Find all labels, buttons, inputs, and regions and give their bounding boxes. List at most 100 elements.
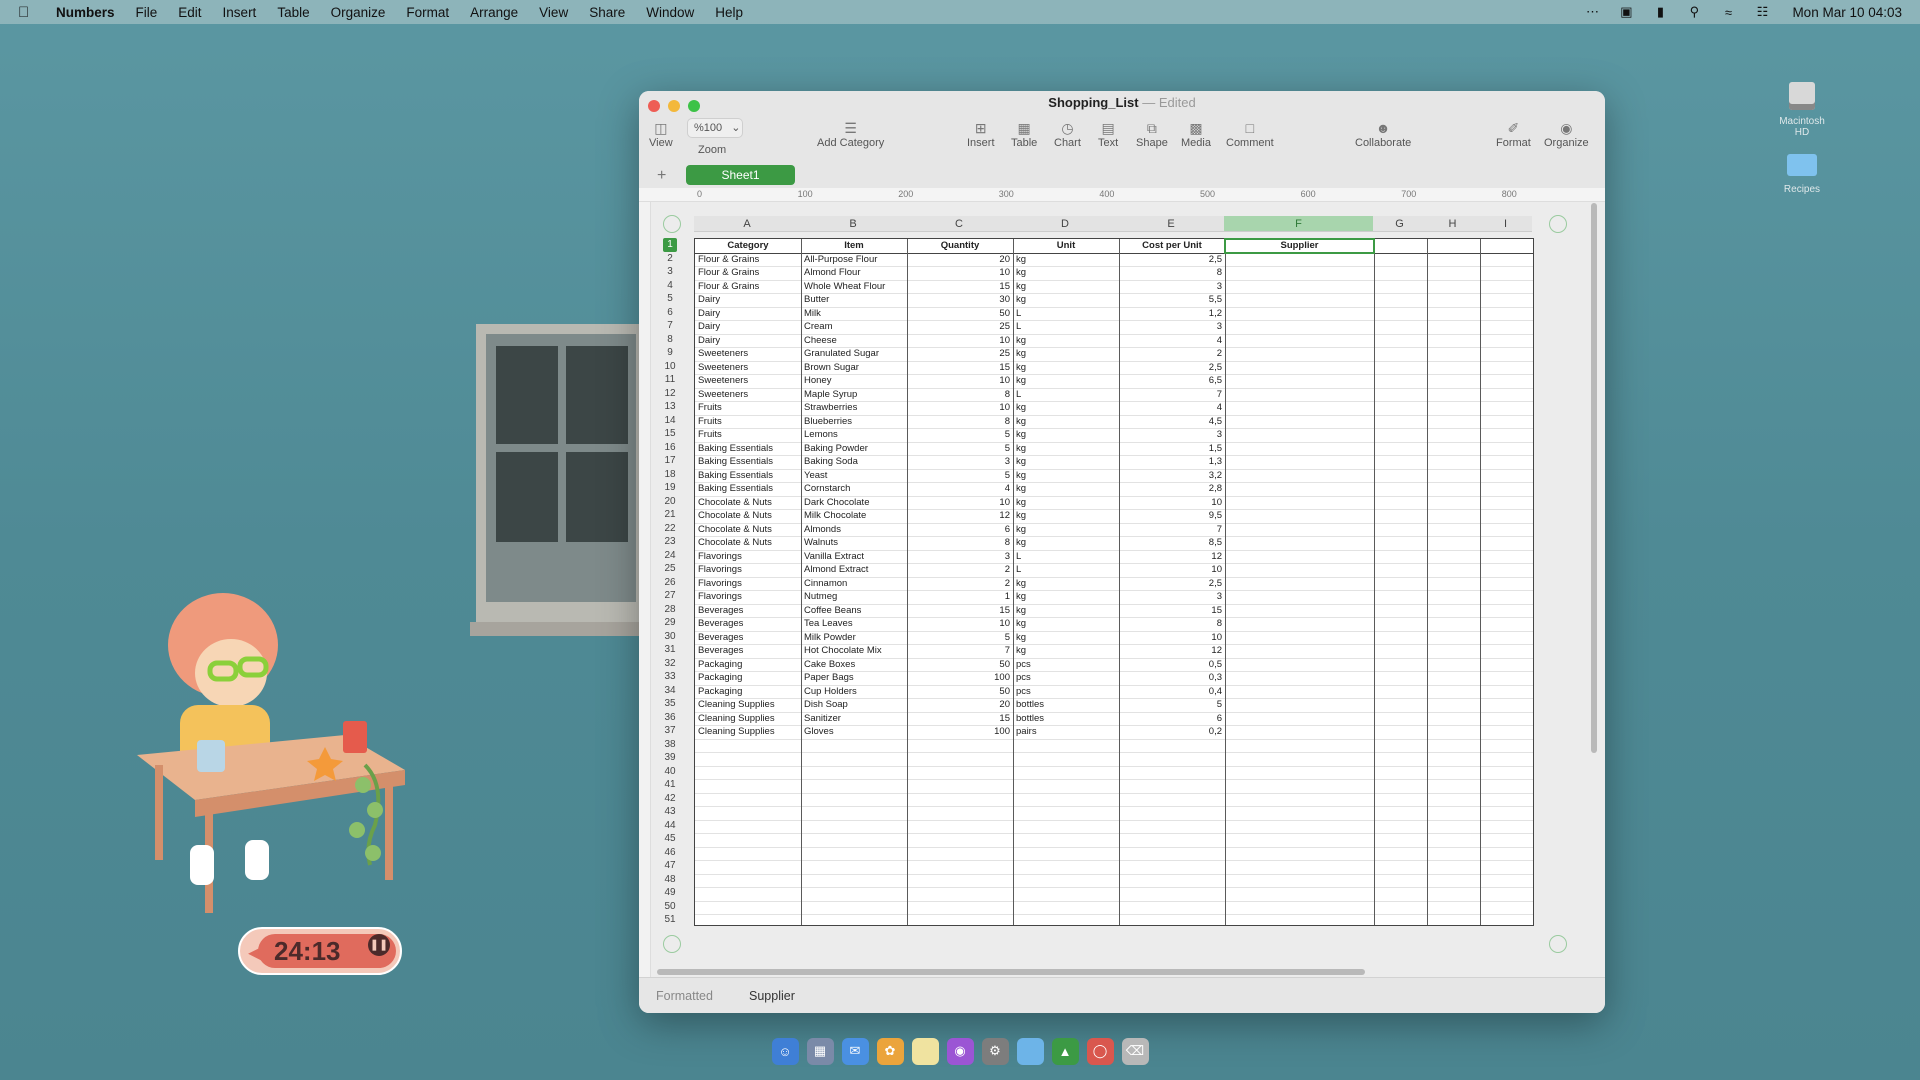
table-cell[interactable]: Almonds <box>804 523 904 537</box>
header-cell[interactable]: Category <box>695 239 801 253</box>
table-cell[interactable]: 100 <box>910 671 1010 685</box>
horizontal-scrollbar[interactable] <box>657 969 1365 975</box>
zoom-select[interactable]: %100 ⌄ <box>687 118 743 138</box>
table-cell[interactable]: 20 <box>910 698 1010 712</box>
table-cell[interactable]: 1,3 <box>1122 455 1222 469</box>
menu-help[interactable]: Help <box>715 5 743 20</box>
table-cell[interactable]: Baking Essentials <box>698 469 798 483</box>
row-number[interactable]: 50 <box>663 900 677 914</box>
row-number[interactable]: 20 <box>663 495 677 509</box>
mail-icon[interactable]: ✉ <box>841 1037 869 1065</box>
table-cell[interactable]: kg <box>1016 347 1116 361</box>
table-cell[interactable]: Beverages <box>698 631 798 645</box>
menu-share[interactable]: Share <box>589 5 625 20</box>
menu-arrange[interactable]: Arrange <box>470 5 518 20</box>
row-number[interactable]: 19 <box>663 481 677 495</box>
table-cell[interactable]: kg <box>1016 253 1116 267</box>
row-number[interactable]: 24 <box>663 549 677 563</box>
row-number[interactable]: 36 <box>663 711 677 725</box>
table-cell[interactable]: 8 <box>910 388 1010 402</box>
table-cell[interactable]: kg <box>1016 361 1116 375</box>
table-cell[interactable]: bottles <box>1016 712 1116 726</box>
table-cell[interactable]: Dairy <box>698 307 798 321</box>
menu-view[interactable]: View <box>539 5 568 20</box>
table-cell[interactable]: 8 <box>1122 266 1222 280</box>
format-button[interactable]: ✐ Format <box>1496 119 1531 149</box>
select-table-handle[interactable] <box>663 215 681 233</box>
finder-icon[interactable]: ☺ <box>771 1037 799 1065</box>
table-cell[interactable]: Cream <box>804 320 904 334</box>
table-cell[interactable]: 5,5 <box>1122 293 1222 307</box>
text-button[interactable]: ▤ Text <box>1098 119 1118 149</box>
table-cell[interactable]: Sanitizer <box>804 712 904 726</box>
table-cell[interactable]: 8,5 <box>1122 536 1222 550</box>
row-number[interactable]: 46 <box>663 846 677 860</box>
table-cell[interactable]: 10 <box>1122 496 1222 510</box>
table-cell[interactable]: Cheese <box>804 334 904 348</box>
table-cell[interactable]: Milk Powder <box>804 631 904 645</box>
table-cell[interactable]: Dairy <box>698 293 798 307</box>
table-cell[interactable]: Fruits <box>698 428 798 442</box>
table-cell[interactable]: Fruits <box>698 401 798 415</box>
shape-button[interactable]: ⧉ Shape <box>1136 119 1168 149</box>
selected-cell-outline[interactable] <box>1224 238 1375 254</box>
table-cell[interactable]: Sweeteners <box>698 374 798 388</box>
apple-icon[interactable]:  <box>18 4 40 21</box>
row-number[interactable]: 9 <box>663 346 677 360</box>
table-cell[interactable]: 50 <box>910 307 1010 321</box>
table-cell[interactable]: 6 <box>910 523 1010 537</box>
trash-icon[interactable]: ⌫ <box>1121 1037 1149 1065</box>
menu-insert[interactable]: Insert <box>223 5 257 20</box>
row-number[interactable]: 25 <box>663 562 677 576</box>
column-header-e[interactable]: E <box>1118 216 1224 232</box>
spreadsheet-table[interactable]: Category Item Quantity Unit Cost per Unit Sup… <box>694 238 1534 926</box>
row-number[interactable]: 27 <box>663 589 677 603</box>
row-number[interactable]: 5 <box>663 292 677 306</box>
table-cell[interactable]: 2,5 <box>1122 253 1222 267</box>
table-cell[interactable]: Walnuts <box>804 536 904 550</box>
header-cell[interactable]: Item <box>801 239 907 253</box>
table-cell[interactable]: 7 <box>910 644 1010 658</box>
table-cell[interactable]: pcs <box>1016 671 1116 685</box>
table-cell[interactable]: 9,5 <box>1122 509 1222 523</box>
table-cell[interactable]: Baking Powder <box>804 442 904 456</box>
table-cell[interactable]: 0,4 <box>1122 685 1222 699</box>
table-cell[interactable]: kg <box>1016 469 1116 483</box>
header-cell[interactable]: Unit <box>1013 239 1119 253</box>
table-cell[interactable]: Strawberries <box>804 401 904 415</box>
row-number[interactable]: 30 <box>663 630 677 644</box>
table-cell[interactable]: kg <box>1016 604 1116 618</box>
row-number[interactable]: 22 <box>663 522 677 536</box>
table-cell[interactable]: kg <box>1016 536 1116 550</box>
add-columns-handle[interactable] <box>1549 215 1567 233</box>
settings-icon[interactable]: ⚙ <box>981 1037 1009 1065</box>
table-cell[interactable]: 20 <box>910 253 1010 267</box>
table-cell[interactable]: 10 <box>910 374 1010 388</box>
table-cell[interactable]: Cinnamon <box>804 577 904 591</box>
table-cell[interactable]: Flavorings <box>698 563 798 577</box>
table-cell[interactable]: kg <box>1016 280 1116 294</box>
control-center-icon[interactable]: ☷ <box>1752 4 1772 19</box>
table-cell[interactable]: Baking Essentials <box>698 482 798 496</box>
add-category-button[interactable]: ☰ Add Category <box>817 119 884 149</box>
table-cell[interactable]: Flour & Grains <box>698 280 798 294</box>
table-cell[interactable]: Vanilla Extract <box>804 550 904 564</box>
row-number[interactable]: 12 <box>663 387 677 401</box>
row-number[interactable]: 16 <box>663 441 677 455</box>
table-cell[interactable]: 3 <box>1122 428 1222 442</box>
menu-edit[interactable]: Edit <box>178 5 201 20</box>
table-cell[interactable]: 3 <box>1122 590 1222 604</box>
resize-table-handle[interactable] <box>1549 935 1567 953</box>
table-cell[interactable]: 4 <box>1122 401 1222 415</box>
table-cell[interactable]: 25 <box>910 347 1010 361</box>
table-cell[interactable]: kg <box>1016 334 1116 348</box>
table-cell[interactable]: 50 <box>910 658 1010 672</box>
menu-app-name[interactable]: Numbers <box>56 5 115 20</box>
menu-organize[interactable]: Organize <box>331 5 386 20</box>
table-cell[interactable]: kg <box>1016 415 1116 429</box>
table-cell[interactable]: 50 <box>910 685 1010 699</box>
row-number[interactable]: 37 <box>663 724 677 738</box>
row-number[interactable]: 13 <box>663 400 677 414</box>
table-cell[interactable]: 5 <box>910 442 1010 456</box>
status-format[interactable]: Formatted <box>656 989 713 1003</box>
